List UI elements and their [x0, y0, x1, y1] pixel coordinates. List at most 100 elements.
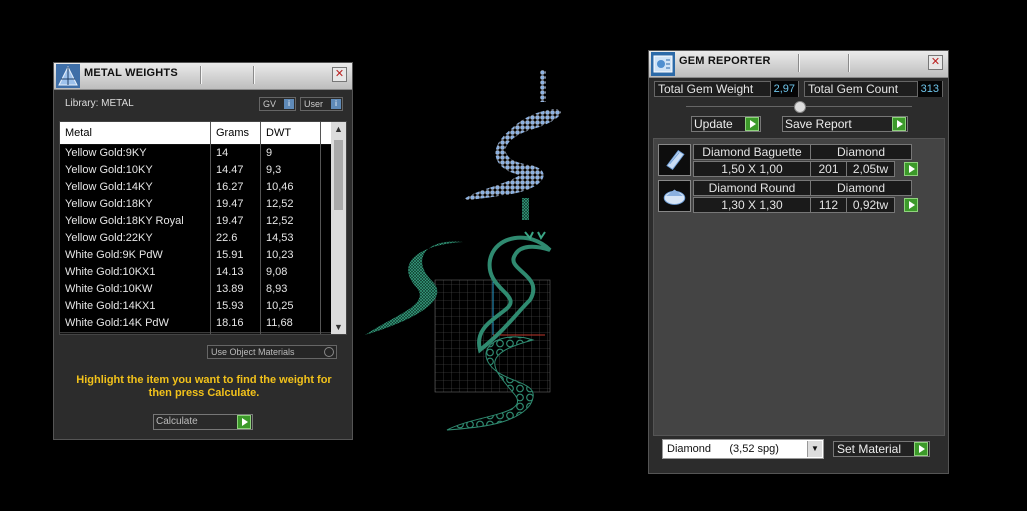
grams-cell: 22.6 [216, 232, 238, 244]
metal-cell: Yellow Gold:18KY Royal [65, 215, 184, 227]
gem-count: 201 [810, 161, 847, 177]
set-material-label: Set Material [837, 442, 902, 456]
gem-material: Diamond [810, 180, 912, 196]
panel-title: METAL WEIGHTS [84, 67, 178, 79]
column-header-grams[interactable]: Grams [216, 127, 249, 139]
scroll-up-icon[interactable]: ▲ [334, 124, 343, 134]
library-label: Library: METAL [65, 98, 134, 109]
close-button[interactable]: ✕ [332, 67, 347, 82]
total-gem-weight: Total Gem Weight 2,97 [654, 81, 799, 97]
table-row[interactable]: Yellow Gold:10KY 14.47 9,3 [60, 162, 332, 180]
table-row[interactable]: Yellow Gold:18KY 19.47 12,52 [60, 196, 332, 214]
baguette-gem-icon [658, 144, 691, 176]
use-object-materials-toggle[interactable]: Use Object Materials [207, 345, 337, 359]
play-icon[interactable] [745, 117, 759, 131]
gem-name: Diamond Round [693, 180, 811, 196]
radio-icon[interactable] [324, 347, 334, 357]
dwt-cell: 9 [266, 147, 273, 159]
total-gem-count: Total Gem Count 313 [804, 81, 943, 97]
table-row[interactable]: Yellow Gold:9KY 14 9 [60, 145, 332, 163]
gem-list: Diamond Baguette Diamond 1,50 X 1,00 201… [653, 138, 945, 436]
table-row[interactable]: White Gold:9K PdW 15.91 10,23 [60, 247, 332, 265]
table-scrollbar[interactable]: ▲ ▼ [331, 122, 346, 334]
table-row[interactable]: White Gold:14K PdW 18.16 11,68 [60, 315, 332, 333]
gem-row[interactable]: Diamond Baguette Diamond 1,50 X 1,00 201… [658, 144, 919, 178]
dwt-cell: 9,08 [266, 266, 288, 278]
report-icon [651, 52, 675, 76]
grams-cell: 14.47 [216, 164, 244, 176]
info-icon[interactable]: i [331, 99, 341, 109]
material-select[interactable]: Diamond (3,52 spg) ▼ [662, 439, 824, 459]
grams-cell: 14 [216, 147, 229, 159]
play-icon[interactable] [914, 442, 928, 456]
gem-weight: 2,05tw [846, 161, 895, 177]
table-header: Metal Grams DWT [60, 122, 332, 144]
grams-cell: 19.47 [216, 198, 244, 210]
user-toggle[interactable]: User i [300, 97, 343, 111]
3d-viewport[interactable] [355, 60, 645, 440]
close-button[interactable]: ✕ [928, 55, 943, 70]
gem-material: Diamond [810, 144, 912, 160]
dwt-cell: 9,3 [266, 164, 282, 176]
save-report-button[interactable]: Save Report [782, 116, 908, 132]
update-button[interactable]: Update [691, 116, 761, 132]
dwt-cell: 10,23 [266, 249, 294, 261]
play-icon[interactable] [904, 198, 918, 212]
collapse-knob-icon[interactable] [794, 101, 806, 113]
instruction-text: Highlight the item you want to find the … [76, 374, 332, 399]
metal-cell: Yellow Gold:18KY [65, 198, 153, 210]
dwt-cell: 14,53 [266, 232, 294, 244]
grams-cell: 14.13 [216, 266, 244, 278]
scale-icon [56, 64, 80, 88]
calculate-label: Calculate [156, 416, 198, 427]
grams-cell: 13.89 [216, 283, 244, 295]
metal-table[interactable]: Metal Grams DWT Yellow Gold:9KY 14 9 Yellow… [59, 121, 347, 335]
column-divider [210, 122, 211, 334]
grams-cell: 19.47 [216, 215, 244, 227]
user-toggle-label: User [304, 99, 324, 109]
title-divider [798, 54, 799, 72]
gem-weight: 0,92tw [846, 197, 895, 213]
table-row[interactable]: White Gold:14KX1 15.93 10,25 [60, 298, 332, 316]
column-header-metal[interactable]: Metal [65, 127, 92, 139]
gem-name: Diamond Baguette [693, 144, 811, 160]
column-header-dwt[interactable]: DWT [266, 127, 291, 139]
metal-weights-titlebar[interactable]: METAL WEIGHTS ✕ [54, 63, 352, 90]
total-gem-weight-label: Total Gem Weight [658, 82, 754, 96]
dwt-cell: 12,52 [266, 198, 294, 210]
prong-mesh [524, 231, 546, 240]
info-icon[interactable]: i [284, 99, 294, 109]
update-label: Update [694, 117, 733, 131]
gem-stem [540, 70, 546, 102]
play-icon[interactable] [237, 415, 251, 429]
scroll-thumb[interactable] [334, 140, 343, 210]
gv-toggle-label: GV [263, 99, 277, 109]
scroll-down-icon[interactable]: ▼ [334, 322, 343, 332]
chevron-down-icon[interactable]: ▼ [807, 441, 822, 457]
column-divider [320, 122, 321, 334]
table-row[interactable]: Yellow Gold:18KY Royal 19.47 12,52 [60, 213, 332, 231]
dwt-cell: 10,25 [266, 300, 294, 312]
grams-cell: 16.27 [216, 181, 244, 193]
play-icon[interactable] [904, 162, 918, 176]
total-gem-count-value: 313 [916, 81, 942, 97]
dwt-cell: 11,68 [266, 317, 293, 329]
table-row[interactable]: White Gold:10KX1 14.13 9,08 [60, 264, 332, 282]
material-select-value: Diamond (3,52 spg) [667, 443, 779, 455]
table-row[interactable]: Yellow Gold:14KY 16.27 10,46 [60, 179, 332, 197]
gem-row[interactable]: Diamond Round Diamond 1,30 X 1,30 112 0,… [658, 180, 919, 214]
play-icon[interactable] [892, 117, 906, 131]
table-row[interactable]: White Gold:10KW 13.89 8,93 [60, 281, 332, 299]
use-object-materials-label: Use Object Materials [211, 347, 295, 357]
dwt-cell: 8,93 [266, 283, 288, 295]
connector-mesh [522, 198, 529, 220]
table-row[interactable]: Yellow Gold:22KY 22.6 14,53 [60, 230, 332, 248]
gem-size: 1,30 X 1,30 [693, 197, 811, 213]
metal-cell: White Gold:14KX1 [65, 300, 156, 312]
set-material-button[interactable]: Set Material [833, 441, 930, 457]
calculate-button[interactable]: Calculate [153, 414, 253, 430]
metal-cell: White Gold:14K PdW [65, 317, 169, 329]
gem-reporter-titlebar[interactable]: GEM REPORTER ✕ [649, 51, 948, 78]
gv-toggle[interactable]: GV i [259, 97, 296, 111]
panel-title: GEM REPORTER [679, 55, 771, 67]
